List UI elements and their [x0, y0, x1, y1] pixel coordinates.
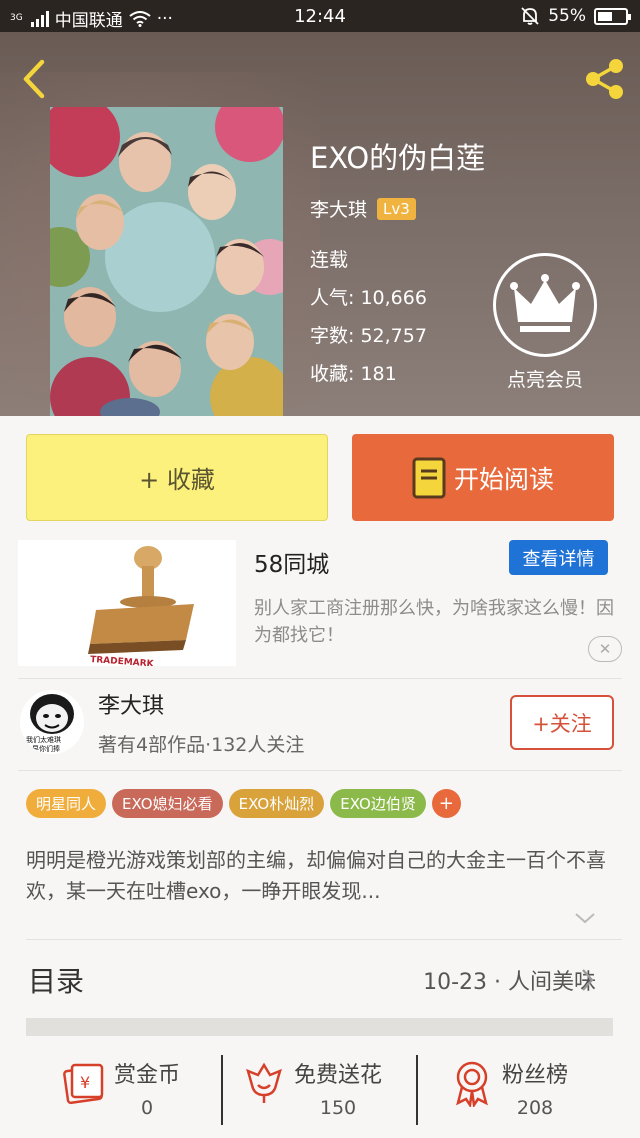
- collect-button[interactable]: + 收藏: [26, 434, 328, 521]
- popularity-label: 人气:: [310, 287, 355, 309]
- medal-icon: [456, 1061, 488, 1107]
- reward-coins-label: 赏金币: [114, 1063, 181, 1088]
- expand-intro-button[interactable]: [574, 910, 596, 929]
- status-right: 55%: [520, 6, 631, 26]
- tag-2[interactable]: EXO朴灿烈: [228, 789, 325, 818]
- word-count-value: 52,757: [360, 325, 427, 347]
- book-header: EXO的伪白莲 李大琪 Lv3 连载 人气: 10,666 字数: 52,757…: [0, 32, 640, 416]
- divider: [18, 678, 622, 679]
- author-row[interactable]: 李大琪 Lv3: [310, 195, 416, 222]
- popularity-value: 10,666: [360, 287, 427, 309]
- stamp-image: TRADEMARK: [18, 540, 236, 666]
- author-card-meta: 著有4部作品·132人关注: [98, 734, 305, 756]
- vip-button[interactable]: [493, 253, 597, 357]
- start-reading-label: 开始阅读: [453, 464, 554, 494]
- reward-coins-value: 0: [140, 1097, 154, 1119]
- more-tags-button[interactable]: +: [431, 789, 461, 818]
- ad-image[interactable]: TRADEMARK: [18, 540, 236, 666]
- divider: [26, 939, 622, 940]
- book-icon: [412, 457, 446, 498]
- svg-text:¥: ¥: [80, 1073, 90, 1092]
- book-title: EXO的伪白莲: [310, 141, 486, 175]
- popularity-stat: 人气: 10,666: [310, 283, 427, 310]
- send-flowers-button[interactable]: 免费送花 150: [242, 1057, 382, 1119]
- back-button[interactable]: [16, 54, 56, 104]
- ad-detail-button[interactable]: 查看详情: [509, 540, 608, 575]
- crown-icon: [510, 274, 580, 332]
- flower-icon: [246, 1062, 282, 1103]
- status-bar: 3G 中国联通 ··· 12:44 55%: [0, 0, 640, 32]
- start-reading-button[interactable]: 开始阅读: [352, 434, 614, 521]
- ad-description[interactable]: 别人家工商注册那么快，为啥我家这么慢！因为都找它！: [254, 595, 614, 649]
- follow-button[interactable]: +关注: [510, 695, 614, 750]
- serial-status: 连载: [310, 249, 349, 271]
- author-card-name[interactable]: 李大琪: [98, 688, 164, 720]
- chevron-down-icon: [575, 913, 595, 924]
- cover-image: [50, 107, 283, 416]
- author-name[interactable]: 李大琪: [310, 195, 367, 222]
- avatar-caption-2: 早你们捧: [32, 744, 60, 753]
- toc-label[interactable]: 目录: [28, 960, 84, 1000]
- word-count-stat: 字数: 52,757: [310, 321, 427, 348]
- chevron-right-icon: [582, 969, 594, 991]
- ad-title[interactable]: 58同城: [254, 545, 329, 579]
- favorites-stat: 收藏: 181: [310, 359, 397, 386]
- favorites-label: 收藏:: [310, 363, 355, 385]
- bottom-stats-bar: ¥ 赏金币 0 免费送花 150 粉丝榜 208: [0, 1045, 640, 1138]
- red-envelope-icon: ¥: [63, 1063, 104, 1105]
- separator: [416, 1055, 418, 1125]
- send-flowers-label: 免费送花: [294, 1063, 383, 1088]
- share-button[interactable]: [580, 54, 630, 104]
- chevron-left-icon: [23, 59, 45, 99]
- battery-icon: [594, 7, 631, 25]
- book-intro[interactable]: 明明是橙光游戏策划部的主编，却偏偏对自己的大金主一百个不喜欢，某一天在吐槽exo…: [26, 845, 611, 907]
- tag-0[interactable]: 明星同人: [26, 789, 107, 818]
- mute-bell-icon: [521, 7, 539, 25]
- reward-coins-button[interactable]: ¥ 赏金币 0: [58, 1057, 180, 1119]
- tag-list: 明星同人 EXO媳妇必看 EXO朴灿烈 EXO边伯贤 +: [26, 789, 461, 818]
- avatar[interactable]: 我们太难琪 早你们捧: [20, 690, 84, 754]
- tag-1[interactable]: EXO媳妇必看: [112, 789, 223, 818]
- word-count-label: 字数:: [310, 325, 355, 347]
- battery-percent: 55%: [548, 6, 586, 26]
- avatar-caption: 我们太难琪: [26, 735, 61, 744]
- send-flowers-value: 150: [319, 1097, 357, 1119]
- ad-close-button[interactable]: ✕: [588, 636, 622, 662]
- tag-3[interactable]: EXO边伯贤: [330, 789, 426, 818]
- section-separator: [26, 1018, 613, 1036]
- fan-ranking-label: 粉丝榜: [502, 1063, 569, 1088]
- toc-latest-chapter[interactable]: 10-23 · 人间美味: [423, 964, 596, 996]
- avatar-image: 我们太难琪 早你们捧: [20, 690, 84, 754]
- divider: [18, 770, 622, 771]
- share-icon: [586, 59, 623, 99]
- author-level-badge: Lv3: [377, 197, 416, 220]
- battery-fill: [598, 11, 613, 21]
- fan-ranking-button[interactable]: 粉丝榜 208: [450, 1057, 568, 1119]
- separator: [221, 1055, 223, 1125]
- favorites-value: 181: [360, 363, 397, 385]
- fan-ranking-value: 208: [516, 1097, 554, 1119]
- toc-open-button[interactable]: [580, 968, 594, 996]
- vip-label[interactable]: 点亮会员: [480, 365, 610, 392]
- book-cover[interactable]: [50, 107, 283, 416]
